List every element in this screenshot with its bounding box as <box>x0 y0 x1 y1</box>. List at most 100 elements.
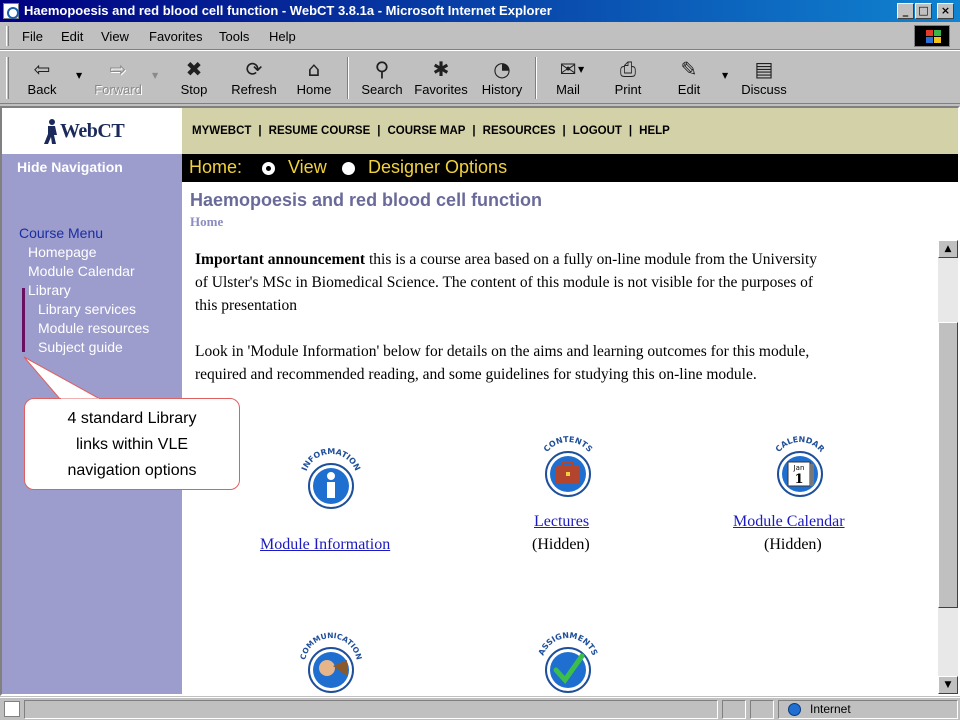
callout-line: navigation options <box>67 462 197 479</box>
lectures-link[interactable]: Lectures <box>534 513 589 531</box>
maximize-button[interactable]: □ <box>915 3 932 19</box>
menu-favorites[interactable]: Favorites <box>149 29 202 44</box>
module-calendar-status: (Hidden) <box>764 536 822 553</box>
stop-label: Stop <box>180 82 208 97</box>
nav-resume-course[interactable]: RESUME COURSE <box>269 125 371 137</box>
refresh-label: Refresh <box>231 82 277 97</box>
print-icon: ⎙ <box>620 57 636 81</box>
edit-dropdown-icon[interactable]: ▼ <box>722 71 728 80</box>
favorites-button[interactable]: ✱ Favorites <box>413 55 469 101</box>
edit-button[interactable]: ✎ Edit <box>661 55 717 101</box>
scroll-down-button[interactable]: ▼ <box>938 676 958 694</box>
library-group-marker <box>22 288 25 352</box>
menu-file[interactable]: File <box>22 29 43 44</box>
webct-logo[interactable]: WebCT <box>2 108 182 154</box>
nav-resources[interactable]: RESOURCES <box>483 125 556 137</box>
callout-text: 4 standard Library links within VLE navi… <box>24 406 240 484</box>
print-button[interactable]: ⎙ Print <box>600 55 656 101</box>
home-button[interactable]: ⌂ Home <box>286 55 342 101</box>
zone-label: Internet <box>810 702 851 716</box>
internet-globe-icon <box>788 703 801 716</box>
refresh-button[interactable]: ⟳ Refresh <box>226 55 282 101</box>
windows-logo-icon <box>914 25 950 47</box>
search-button[interactable]: ⚲ Search <box>354 55 410 101</box>
menu-help[interactable]: Help <box>269 29 296 44</box>
mail-label: Mail <box>556 82 580 97</box>
contents-briefcase-icon[interactable]: CONTENTS <box>532 432 604 504</box>
breadcrumb[interactable]: Home <box>190 214 223 230</box>
nav-separator: | <box>562 125 566 137</box>
menu-tools[interactable]: Tools <box>219 29 249 44</box>
information-icon[interactable]: INFORMATION <box>295 442 367 514</box>
history-button[interactable]: ◔ History <box>474 55 530 101</box>
announcement-line: this is a course area based on a fully o… <box>365 251 818 268</box>
stop-icon: ✖ <box>185 57 203 81</box>
edit-label: Edit <box>677 82 701 97</box>
designer-options-label[interactable]: Designer Options <box>368 157 507 178</box>
forward-label: Forward <box>94 82 142 97</box>
module-information-link[interactable]: Module Information <box>260 536 390 554</box>
forward-button[interactable]: ⇨ Forward <box>90 55 146 101</box>
nav-course-map[interactable]: COURSE MAP <box>387 125 465 137</box>
calendar-icon[interactable]: Jan 1 CALENDAR <box>764 432 836 504</box>
close-button[interactable]: × <box>937 3 954 19</box>
nav-item-module-resources[interactable]: Module resources <box>38 320 149 336</box>
webct-figure-icon <box>44 119 57 144</box>
nav-item-module-calendar[interactable]: Module Calendar <box>28 263 135 279</box>
nav-mywebct[interactable]: MYWEBCT <box>192 125 251 137</box>
favorites-label: Favorites <box>414 82 468 97</box>
callout-line: 4 standard Library <box>67 410 197 427</box>
zone-cell <box>778 700 958 719</box>
menubar-grip <box>6 26 9 46</box>
menu-view[interactable]: View <box>101 29 129 44</box>
assignments-check-icon[interactable]: ASSIGNMENTS <box>532 626 604 698</box>
mail-button[interactable]: ✉ Mail <box>540 55 596 101</box>
page-status-icon <box>4 701 20 717</box>
window-title-bar: Haemopoesis and red blood cell function … <box>0 0 960 22</box>
webct-header: WebCT MYWEBCT | RESUME COURSE | COURSE MAP | R… <box>2 108 958 154</box>
window-title: Haemopoesis and red blood cell function … <box>24 3 552 18</box>
menu-edit[interactable]: Edit <box>61 29 83 44</box>
nav-item-library-services[interactable]: Library services <box>38 301 136 317</box>
view-radio[interactable] <box>262 162 275 175</box>
toolbar-separator <box>347 57 349 99</box>
nav-separator: | <box>377 125 381 137</box>
scroll-up-button[interactable]: ▲ <box>938 240 958 258</box>
module-calendar-link[interactable]: Module Calendar <box>733 513 845 531</box>
toolbar-separator <box>535 57 537 99</box>
menu-bar: File Edit View Favorites Tools Help <box>0 22 960 50</box>
webct-logo-text: WebCT <box>60 120 125 142</box>
nav-item-subject-guide[interactable]: Subject guide <box>38 339 123 355</box>
svg-text:CALENDAR: CALENDAR <box>774 435 826 454</box>
search-icon: ⚲ <box>374 57 390 81</box>
nav-help[interactable]: HELP <box>639 125 670 137</box>
minimize-button[interactable]: _ <box>897 3 914 19</box>
nav-logout[interactable]: LOGOUT <box>573 125 622 137</box>
announcement-line: of Ulster's MSc in Biomedical Science. T… <box>195 274 814 291</box>
back-button[interactable]: ⇦ Back <box>14 55 70 101</box>
stop-button[interactable]: ✖ Stop <box>166 55 222 101</box>
nav-item-homepage[interactable]: Homepage <box>28 244 97 260</box>
status-cell <box>750 700 774 719</box>
mail-dropdown-icon[interactable]: ▼ <box>578 65 584 74</box>
home-view-bar: Home: View Designer Options <box>182 154 958 182</box>
edit-icon: ✎ <box>680 57 698 81</box>
ie-app-icon[interactable] <box>3 3 19 19</box>
course-menu-heading[interactable]: Course Menu <box>19 225 103 241</box>
discuss-button[interactable]: ▤ Discuss <box>736 55 792 101</box>
hide-navigation-link[interactable]: Hide Navigation <box>17 159 123 175</box>
calendar-month-text: Jan <box>793 464 805 472</box>
view-option-label[interactable]: View <box>288 157 327 178</box>
communication-icon[interactable]: COMMUNICATION <box>295 626 367 698</box>
designer-options-radio[interactable] <box>342 162 355 175</box>
scroll-thumb[interactable] <box>938 322 958 608</box>
announcement-line: this presentation <box>195 297 298 314</box>
history-icon: ◔ <box>493 57 511 81</box>
content-scrollbar[interactable]: ▲ ▼ <box>938 240 958 694</box>
announcement-bold: Important announcement <box>195 251 366 268</box>
info-line: required and recommended reading, and so… <box>195 366 757 383</box>
nav-item-library[interactable]: Library <box>28 282 71 298</box>
forward-dropdown-icon[interactable]: ▼ <box>152 71 158 80</box>
callout-line: links within VLE <box>75 436 189 453</box>
back-dropdown-icon[interactable]: ▼ <box>76 71 82 80</box>
